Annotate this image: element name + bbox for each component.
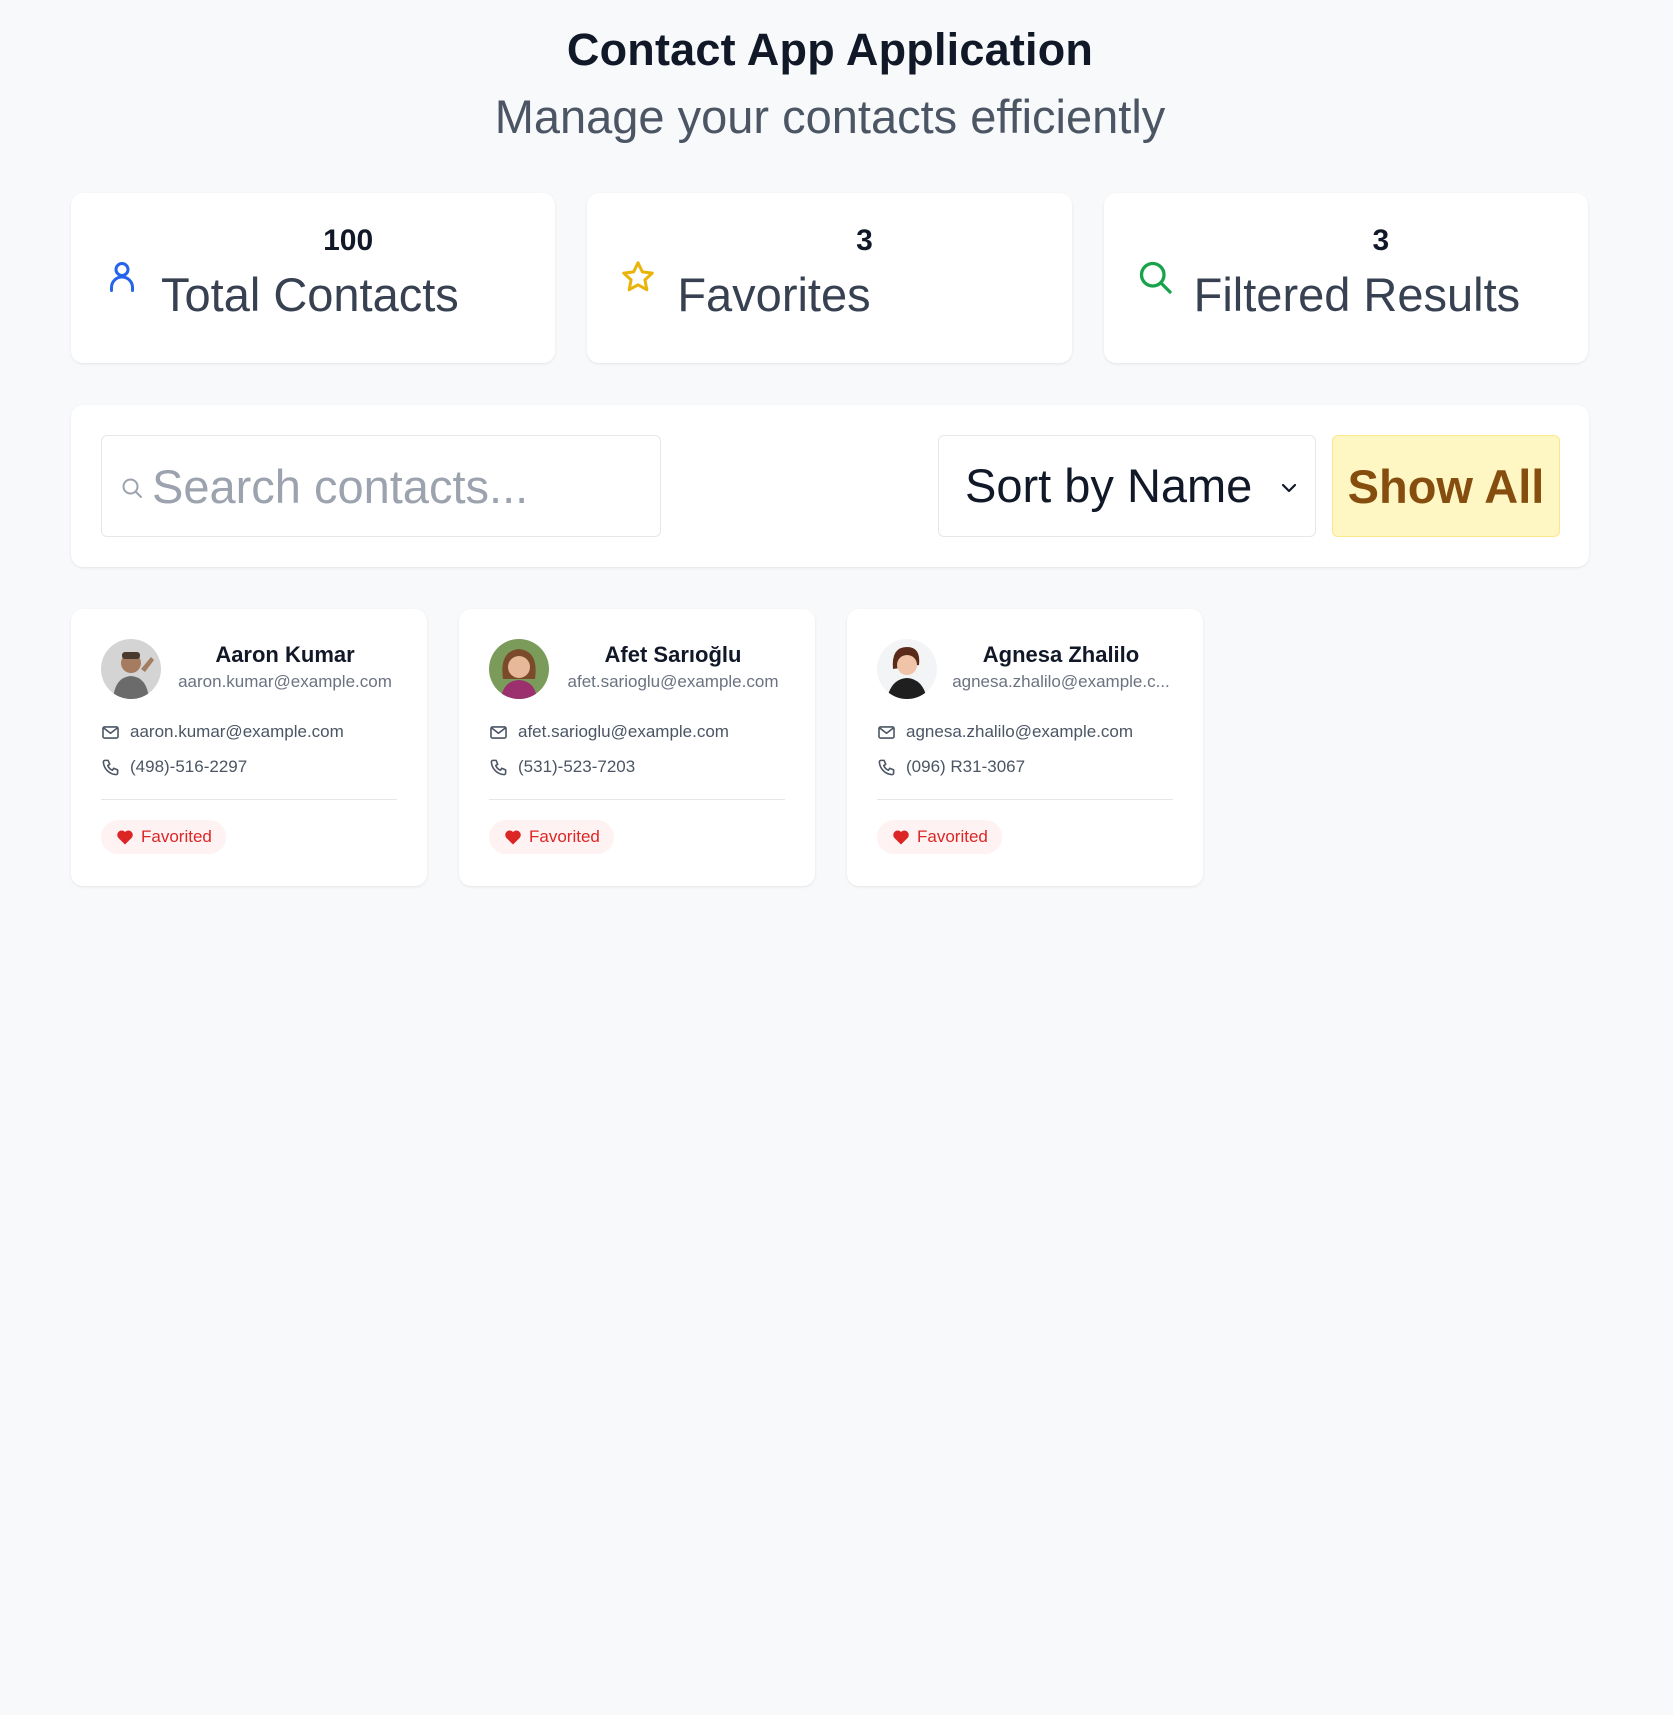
contact-name: Aaron Kumar: [215, 642, 355, 667]
stat-card-total: 100 Total Contacts: [71, 193, 556, 363]
stats-row: 100 Total Contacts 3 Favorites 3 Filtere…: [71, 193, 1588, 363]
contact-subtitle-email: agnesa.zhalilo@example.c...: [952, 672, 1170, 691]
search-input[interactable]: [152, 436, 652, 536]
stat-value: 100: [323, 224, 374, 257]
chevron-down-icon: [1281, 483, 1297, 493]
contact-card[interactable]: Aaron Kumar aaron.kumar@example.com aaro…: [71, 609, 427, 886]
favorited-badge[interactable]: Favorited: [877, 820, 1002, 854]
contact-phone-row: (531)-523-7203: [489, 757, 635, 777]
avatar: [877, 639, 937, 699]
search-box[interactable]: [101, 435, 661, 537]
heart-icon: [505, 830, 521, 845]
contact-subtitle-email: afet.sarioglu@example.com: [567, 672, 779, 691]
search-icon: [1139, 261, 1172, 294]
divider: [489, 799, 785, 800]
contact-list: Aaron Kumar aaron.kumar@example.com aaro…: [71, 609, 1203, 886]
heart-icon: [117, 830, 133, 845]
favorited-badge[interactable]: Favorited: [489, 820, 614, 854]
contact-subtitle-email: aaron.kumar@example.com: [178, 672, 392, 691]
page-header: Contact App Application Manage your cont…: [0, 18, 1660, 150]
contact-email-row: afet.sarioglu@example.com: [489, 722, 729, 742]
mail-icon: [878, 725, 895, 739]
sort-selected-label: Sort by Name: [965, 459, 1253, 512]
contact-email[interactable]: afet.sarioglu@example.com: [518, 722, 729, 742]
stat-card-favorites: 3 Favorites: [587, 193, 1072, 363]
favorited-label: Favorited: [917, 827, 988, 846]
phone-icon: [102, 759, 119, 775]
filter-toolbar: Sort by Name Show All: [71, 405, 1589, 567]
favorited-label: Favorited: [141, 827, 212, 846]
contact-email-row: aaron.kumar@example.com: [101, 722, 344, 742]
divider: [101, 799, 397, 800]
sort-select[interactable]: Sort by Name: [938, 435, 1316, 537]
page-title: Contact App Application: [566, 24, 1094, 75]
stat-label: Favorites: [677, 268, 871, 321]
avatar: [489, 639, 549, 699]
contact-app-page: Contact App Application Manage your cont…: [0, 0, 1673, 1715]
contact-card[interactable]: Agnesa Zhalilo agnesa.zhalilo@example.c.…: [847, 609, 1203, 886]
stat-label: Total Contacts: [161, 268, 459, 321]
favorited-label: Favorited: [529, 827, 600, 846]
phone-icon: [490, 759, 507, 775]
avatar: [101, 639, 161, 699]
divider: [877, 799, 1173, 800]
contact-email[interactable]: aaron.kumar@example.com: [130, 722, 344, 742]
stat-value: 3: [1372, 224, 1390, 257]
stat-card-filtered: 3 Filtered Results: [1103, 193, 1588, 363]
user-icon: [110, 262, 134, 292]
page-subtitle: Manage your contacts efficiently: [494, 90, 1166, 143]
contact-email[interactable]: agnesa.zhalilo@example.com: [906, 722, 1133, 742]
search-icon: [122, 478, 142, 498]
star-icon: [622, 261, 655, 292]
stat-label: Filtered Results: [1193, 268, 1521, 321]
contact-name: Afet Sarıoğlu: [604, 642, 742, 667]
contact-email-row: agnesa.zhalilo@example.com: [877, 722, 1133, 742]
contact-phone-row: (096) R31-3067: [877, 757, 1025, 777]
contact-phone[interactable]: (498)-516-2297: [130, 757, 247, 777]
contact-name: Agnesa Zhalilo: [982, 642, 1140, 667]
contact-phone-row: (498)-516-2297: [101, 757, 247, 777]
heart-icon: [893, 830, 909, 845]
show-all-button[interactable]: Show All: [1332, 435, 1560, 537]
contact-card[interactable]: Afet Sarıoğlu afet.sarioglu@example.com …: [459, 609, 815, 886]
contact-phone[interactable]: (096) R31-3067: [906, 757, 1025, 777]
phone-icon: [878, 759, 895, 775]
favorited-badge[interactable]: Favorited: [101, 820, 226, 854]
contact-phone[interactable]: (531)-523-7203: [518, 757, 635, 777]
mail-icon: [490, 725, 507, 739]
stat-value: 3: [856, 224, 873, 257]
mail-icon: [102, 725, 119, 739]
